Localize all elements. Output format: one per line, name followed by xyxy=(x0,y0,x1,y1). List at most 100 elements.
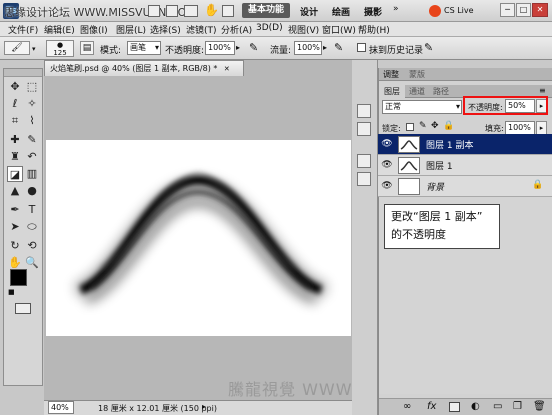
menu-view[interactable]: 视图(V) xyxy=(288,23,319,36)
fill-slider-icon[interactable]: ▸ xyxy=(536,121,547,135)
adjustment-layer-icon[interactable]: ◐ xyxy=(471,401,480,412)
menu-filter[interactable]: 滤镜(T) xyxy=(186,23,217,36)
close-button[interactable]: ✕ xyxy=(532,3,548,17)
swatches-panel-icon[interactable] xyxy=(357,154,371,168)
visibility-eye-icon[interactable]: 👁 xyxy=(381,138,393,150)
menu-help[interactable]: 帮助(H) xyxy=(358,23,390,36)
tab-paths[interactable]: 路径 xyxy=(433,86,449,97)
link-layers-icon[interactable]: ∞ xyxy=(403,401,411,412)
menu-layer[interactable]: 图层(L) xyxy=(116,23,146,36)
lock-position-icon[interactable]: ✥ xyxy=(431,121,439,131)
pen-tool-icon[interactable]: ✒ xyxy=(7,202,23,218)
tool-preset-picker[interactable]: 🖌 xyxy=(4,41,30,55)
menu-image[interactable]: 图像(I) xyxy=(80,23,108,36)
erase-history-checkbox[interactable] xyxy=(357,43,366,52)
zoom-level-icon[interactable] xyxy=(184,5,198,17)
marquee-tool-icon[interactable]: ⬚ xyxy=(24,79,40,95)
mode-select[interactable]: 画笔 xyxy=(127,41,161,55)
healing-brush-tool-icon[interactable]: ✚ xyxy=(7,132,23,148)
layer-row-layer1[interactable]: 👁 图层 1 xyxy=(378,155,552,176)
3d-rotate-tool-icon[interactable]: ↻ xyxy=(7,238,23,254)
lock-pixels-icon[interactable]: ✎ xyxy=(419,121,427,131)
blur-tool-icon[interactable]: ▲ xyxy=(7,183,23,199)
brush-preset-picker[interactable]: ● 125 xyxy=(46,40,74,57)
tab-masks[interactable]: 蒙版 xyxy=(409,69,425,80)
flow-input[interactable]: 100% xyxy=(294,41,322,55)
styles-panel-icon[interactable] xyxy=(357,172,371,186)
blend-mode-select[interactable]: 正常 xyxy=(382,100,462,114)
eyedropper-tool-icon[interactable]: ⌇ xyxy=(24,113,40,129)
workspace-tab-painting[interactable]: 绘画 xyxy=(332,5,350,18)
tab-layers[interactable]: 图层 xyxy=(379,85,405,98)
quick-mask-icon[interactable] xyxy=(15,303,31,314)
workspace-button[interactable]: 基本功能 xyxy=(242,3,290,18)
opacity-input[interactable]: 100% xyxy=(205,41,235,55)
brush-panel-toggle-icon[interactable]: ▤ xyxy=(80,41,94,55)
flow-slider-icon[interactable]: ▸ xyxy=(323,43,327,52)
pen-pressure-opacity-icon[interactable]: ✎ xyxy=(249,41,258,54)
visibility-eye-icon[interactable]: 👁 xyxy=(381,159,393,171)
more-workspaces-button[interactable]: » xyxy=(393,4,399,14)
fill-input[interactable]: 100% xyxy=(505,121,535,135)
menu-select[interactable]: 选择(S) xyxy=(150,23,181,36)
toolbox-grip[interactable] xyxy=(4,69,42,77)
menu-window[interactable]: 窗口(W) xyxy=(322,23,356,36)
eraser-tool-icon[interactable]: ◪ xyxy=(7,166,23,182)
opacity-slider-icon[interactable]: ▸ xyxy=(236,43,240,52)
document-tab[interactable]: 火焰笔刷.psd @ 40% (图层 1 副本, RGB/8) * ✕ xyxy=(44,60,244,76)
cslive-button[interactable]: CS Live xyxy=(444,6,474,15)
default-colors-icon[interactable]: ■ xyxy=(8,288,15,296)
new-layer-icon[interactable]: ❐ xyxy=(513,401,522,412)
view-extras-icon[interactable] xyxy=(166,5,178,17)
hand-tool-icon[interactable]: ✋ xyxy=(204,3,219,17)
menu-edit[interactable]: 编辑(E) xyxy=(44,23,75,36)
launch-bridge-icon[interactable] xyxy=(148,5,160,17)
airbrush-icon[interactable]: ✎ xyxy=(334,41,343,54)
clone-stamp-tool-icon[interactable]: ♜ xyxy=(7,149,23,165)
tab-adjustments[interactable]: 调整 xyxy=(383,69,399,80)
lock-transparency-icon[interactable] xyxy=(406,123,414,131)
maximize-button[interactable]: □ xyxy=(516,3,531,17)
opacity-highlight-box xyxy=(463,96,548,115)
layer-row-layer1-copy[interactable]: 👁 图层 1 副本 xyxy=(378,134,552,155)
actions-panel-icon[interactable] xyxy=(357,122,371,136)
new-group-icon[interactable]: ▭ xyxy=(493,401,502,412)
layer-row-background[interactable]: 👁 背景 🔒 xyxy=(378,176,552,197)
workspace-tab-design[interactable]: 设计 xyxy=(300,5,318,18)
menu-file[interactable]: 文件(F) xyxy=(8,23,38,36)
canvas[interactable] xyxy=(46,140,351,336)
chevron-down-icon[interactable]: ▾ xyxy=(32,45,36,53)
minimize-button[interactable]: ─ xyxy=(500,3,515,17)
lock-all-icon[interactable]: 🔒 xyxy=(443,121,454,131)
lasso-tool-icon[interactable]: ℓ xyxy=(7,96,23,112)
dodge-tool-icon[interactable]: ● xyxy=(24,183,40,199)
add-mask-icon[interactable] xyxy=(449,402,460,412)
move-tool-icon[interactable]: ✥ xyxy=(7,79,23,95)
panel-menu-icon[interactable]: ≡ xyxy=(539,86,546,95)
quick-select-tool-icon[interactable]: ✧ xyxy=(24,96,40,112)
delete-layer-icon[interactable]: 🗑 xyxy=(533,401,546,412)
layer-style-icon[interactable]: fx xyxy=(427,401,436,412)
pen-pressure-size-icon[interactable]: ✎ xyxy=(424,41,433,54)
document-tab-close[interactable]: ✕ xyxy=(224,65,230,73)
layers-panel-footer: ∞ fx ◐ ▭ ❐ 🗑 xyxy=(379,398,552,415)
history-brush-tool-icon[interactable]: ↶ xyxy=(24,149,40,165)
status-menu-arrow-icon[interactable]: ▸ xyxy=(202,402,206,411)
shape-tool-icon[interactable]: ⬭ xyxy=(24,219,40,235)
foreground-color-swatch[interactable] xyxy=(10,269,27,286)
visibility-eye-icon[interactable]: 👁 xyxy=(381,180,393,192)
tab-channels[interactable]: 通道 xyxy=(409,86,425,97)
gradient-tool-icon[interactable]: ▥ xyxy=(24,166,40,182)
3d-orbit-tool-icon[interactable]: ⟲ xyxy=(24,238,40,254)
path-select-tool-icon[interactable]: ➤ xyxy=(7,219,23,235)
type-tool-icon[interactable]: T xyxy=(24,202,40,218)
brush-tool-icon[interactable]: ✎ xyxy=(24,132,40,148)
zoom-input[interactable]: 40% xyxy=(48,401,74,414)
history-panel-icon[interactable] xyxy=(357,104,371,118)
workspace-tab-photography[interactable]: 摄影 xyxy=(364,5,382,18)
menu-3d[interactable]: 3D(D) xyxy=(256,23,283,33)
arrange-docs-icon[interactable] xyxy=(222,5,234,17)
menu-analysis[interactable]: 分析(A) xyxy=(221,23,252,36)
crop-tool-icon[interactable]: ⌗ xyxy=(7,113,23,129)
cslive-icon xyxy=(429,5,441,17)
